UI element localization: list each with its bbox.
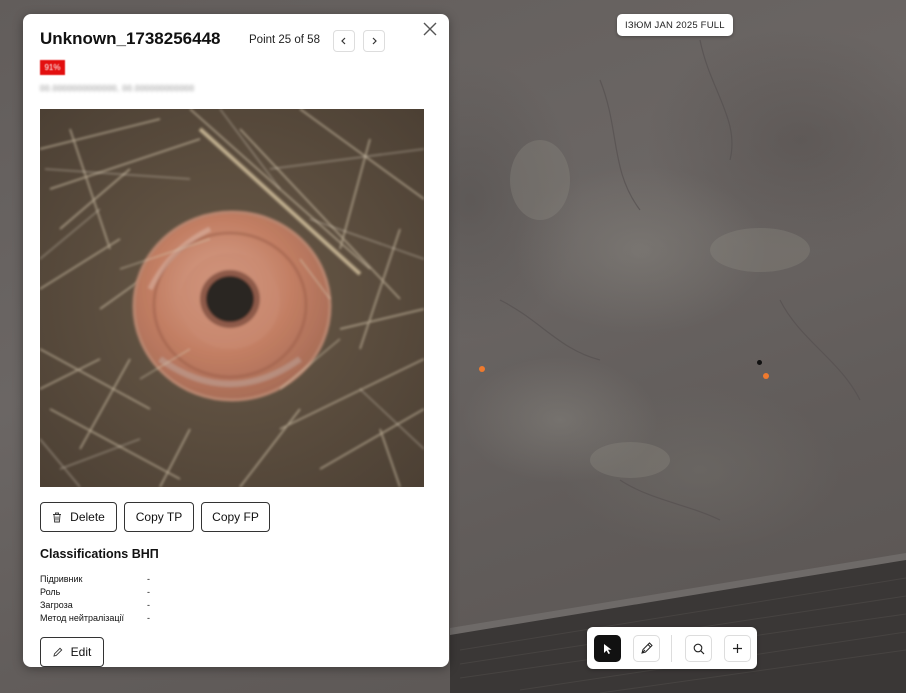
pencil-icon [53, 647, 62, 657]
map-marker[interactable] [479, 366, 485, 372]
edit-button-label: Edit [70, 645, 92, 659]
draw-tool-button[interactable] [633, 635, 660, 662]
copy-tp-button-label: Copy TP [135, 510, 183, 524]
confidence-badge: 91% [40, 60, 65, 75]
chevron-left-icon [341, 37, 346, 45]
delete-button-label: Delete [70, 510, 105, 524]
dataset-badge[interactable]: ІЗЮМ JAN 2025 FULL [617, 14, 733, 36]
detection-photo [40, 109, 424, 487]
field-value-threat: - [147, 600, 150, 610]
map-marker[interactable] [757, 360, 762, 365]
field-label-threat: Загроза [40, 600, 73, 610]
classifications-title: Classifications ВНП [40, 547, 159, 561]
edit-button[interactable]: Edit [40, 637, 104, 667]
field-value-detonator: - [147, 574, 150, 584]
select-tool-button[interactable] [594, 635, 621, 662]
search-tool-button[interactable] [685, 635, 712, 662]
next-point-button[interactable] [363, 30, 385, 52]
point-counter: Point 25 of 58 [249, 34, 320, 46]
detection-photo-image [40, 109, 424, 487]
detection-detail-panel: Unknown_1738256448 Point 25 of 58 91% 00… [23, 14, 449, 667]
toolbar-divider [671, 635, 672, 662]
field-label-detonator: Підривник [40, 574, 83, 584]
field-value-role: - [147, 587, 150, 597]
trash-icon [53, 512, 62, 522]
field-label-role: Роль [40, 587, 61, 597]
close-panel-button[interactable] [419, 18, 441, 40]
detection-title: Unknown_1738256448 [40, 29, 221, 48]
search-icon [693, 643, 704, 654]
copy-fp-button-label: Copy FP [212, 510, 259, 524]
previous-point-button[interactable] [333, 30, 355, 52]
plus-icon [733, 644, 742, 653]
delete-button[interactable]: Delete [40, 502, 117, 532]
copy-tp-button[interactable]: Copy TP [124, 502, 194, 532]
copy-fp-button[interactable]: Copy FP [201, 502, 270, 532]
field-value-neutralization-method: - [147, 613, 150, 623]
coordinates-text: 00.0000000000000, 00.000000000000 [40, 84, 195, 93]
chevron-right-icon [372, 37, 377, 45]
cursor-icon [603, 643, 611, 654]
close-icon [423, 22, 437, 36]
pen-icon [641, 642, 653, 654]
add-tool-button[interactable] [724, 635, 751, 662]
field-label-neutralization-method: Метод нейтралізації [40, 613, 125, 623]
map-marker[interactable] [763, 373, 769, 379]
